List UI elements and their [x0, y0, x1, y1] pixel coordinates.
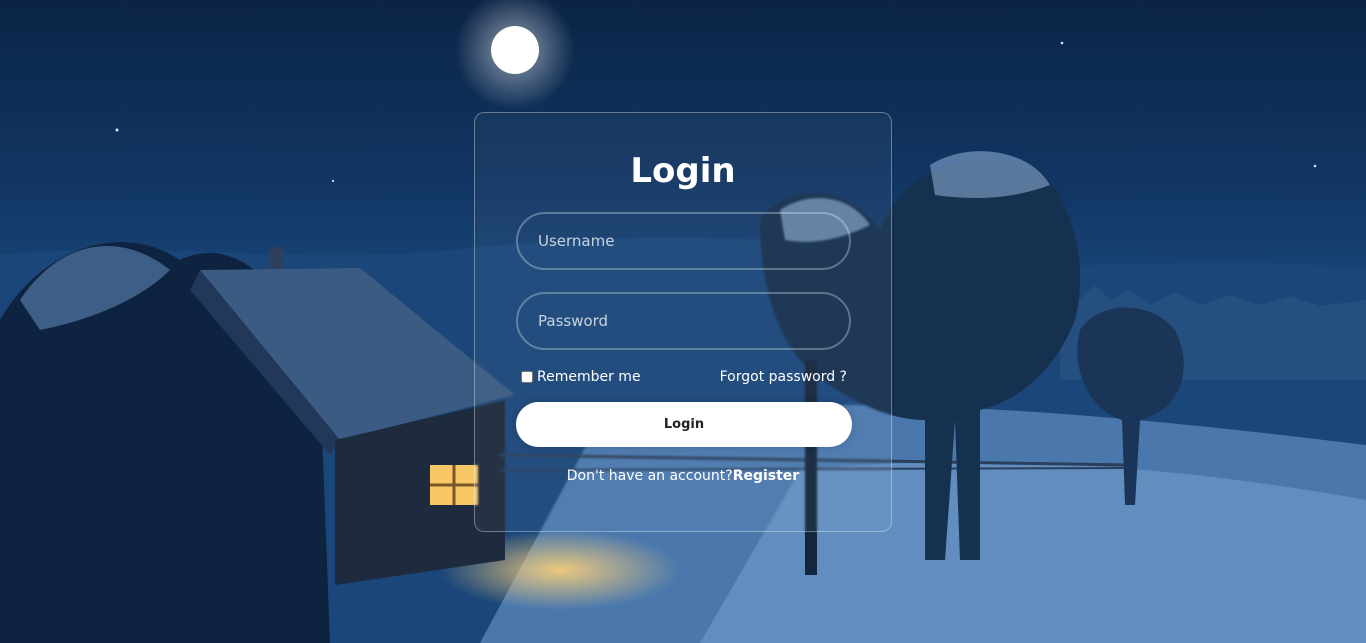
star: [1313, 164, 1317, 168]
register-link[interactable]: Register: [733, 468, 800, 484]
star: [1060, 41, 1064, 45]
login-card: Login Remember me Forgot password ? Logi…: [474, 112, 892, 532]
register-row: Don't have an account?Register: [475, 468, 891, 484]
username-input[interactable]: [516, 212, 851, 270]
remember-me-label[interactable]: Remember me: [521, 369, 641, 385]
remember-me-checkbox[interactable]: [521, 371, 533, 383]
register-prompt: Don't have an account?: [566, 468, 733, 484]
star: [115, 128, 119, 132]
star: [331, 179, 335, 183]
cabin-chimney: [270, 247, 284, 269]
login-button[interactable]: Login: [516, 402, 852, 447]
moon: [491, 26, 539, 74]
forgot-password-link[interactable]: Forgot password ?: [720, 369, 847, 385]
password-input[interactable]: [516, 292, 851, 350]
remember-forgot-row: Remember me Forgot password ?: [521, 369, 847, 389]
remember-me-text: Remember me: [537, 369, 641, 385]
login-title: Login: [630, 151, 736, 191]
